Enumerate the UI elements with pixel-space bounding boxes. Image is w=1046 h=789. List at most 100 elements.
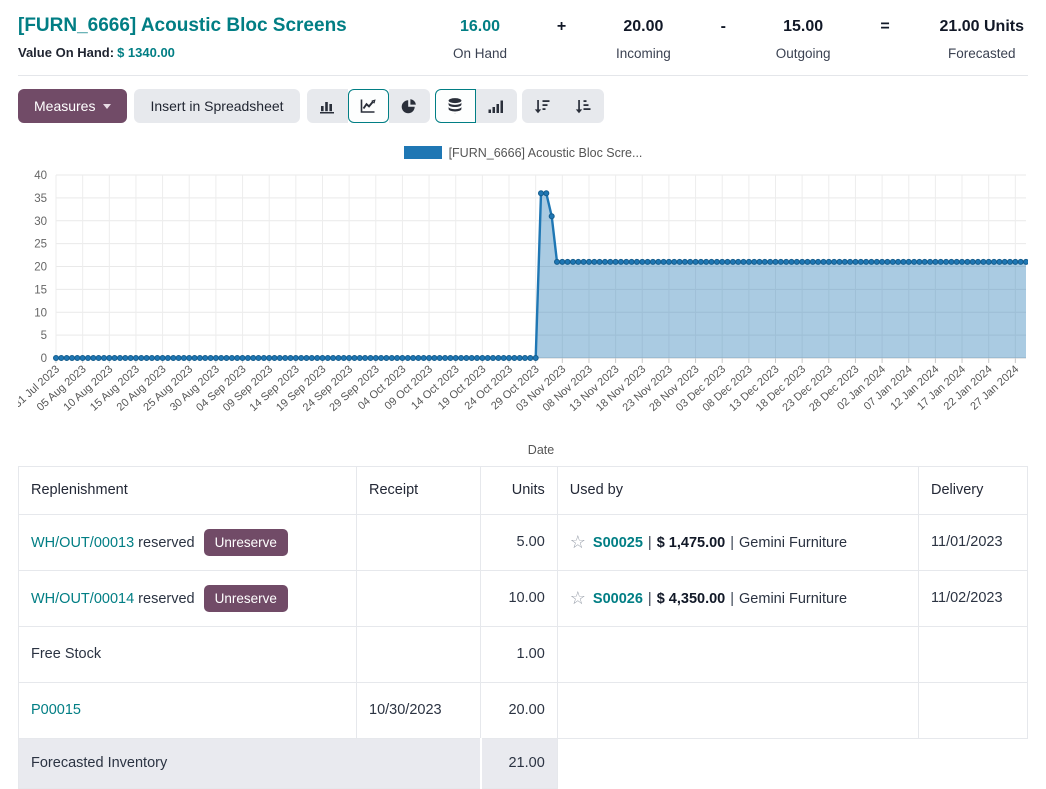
page-title: [FURN_6666] Acoustic Bloc Screens: [18, 15, 347, 38]
customer-name: Gemini Furniture: [739, 591, 847, 607]
chart-mode-group: [435, 89, 517, 123]
table-row: WH/OUT/00013 reserved Unreserve 5.00 ☆ S0002…: [19, 514, 1028, 570]
forecast-total-label-cell: Forecasted Inventory: [19, 738, 481, 788]
stacked-button[interactable]: [435, 89, 476, 123]
chart-type-group: [307, 89, 430, 123]
value-on-hand: Value On Hand:$ 1340.00: [18, 45, 347, 60]
sale-order-link[interactable]: S00026: [593, 591, 643, 607]
value-on-hand-label: Value On Hand:: [18, 45, 114, 60]
legend-label: [FURN_6666] Acoustic Bloc Scre...: [449, 146, 643, 160]
table-header-row: Replenishment Receipt Units Used by Deli…: [19, 466, 1028, 514]
delivery-cell: 11/02/2023: [919, 570, 1028, 626]
used-by-cell: ☆S00025|$ 1,475.00|Gemini Furniture: [557, 514, 918, 570]
pie-chart-button[interactable]: [389, 89, 430, 123]
forecast-chart: [FURN_6666] Acoustic Bloc Scre... 0 5 10 15…: [18, 140, 1028, 460]
on-hand-value-link[interactable]: 16.00: [460, 18, 500, 36]
col-receipt: Receipt: [357, 466, 481, 514]
sort-ascending-icon: [574, 97, 592, 115]
kpi-operator-equals: =: [880, 18, 889, 36]
units-cell: 1.00: [481, 626, 558, 682]
cumulative-icon: [487, 97, 505, 115]
units-cell: 20.00: [481, 682, 558, 738]
used-by-cell: [557, 682, 918, 738]
bar-chart-icon: [318, 97, 336, 115]
on-hand-label: On Hand: [453, 46, 507, 61]
stacked-icon: [446, 97, 464, 115]
favorite-star-icon[interactable]: ☆: [570, 532, 586, 552]
receipt-cell: 10/30/2023: [357, 682, 481, 738]
legend-swatch: [404, 146, 442, 159]
unreserve-button[interactable]: Unreserve: [204, 529, 288, 556]
incoming-value: 20.00: [623, 18, 663, 36]
replenishment-cell: WH/OUT/00013 reserved Unreserve: [19, 514, 357, 570]
kpi-operator-minus: -: [721, 18, 726, 36]
kpi-forecasted: 21.00 Units Forecasted: [940, 18, 1024, 61]
forecast-total-units: 21.00: [481, 738, 558, 788]
replenishment-link[interactable]: WH/OUT/00013: [31, 535, 134, 551]
reserved-label: reserved: [134, 535, 194, 551]
title-block: [FURN_6666] Acoustic Bloc Screens Value …: [18, 15, 347, 60]
reserved-label: reserved: [134, 591, 194, 607]
receipt-cell: [357, 514, 481, 570]
unreserve-button[interactable]: Unreserve: [204, 585, 288, 612]
receipt-cell: [357, 626, 481, 682]
replenishment-link[interactable]: P00015: [31, 702, 81, 718]
chevron-down-icon: [103, 104, 111, 109]
col-delivery: Delivery: [919, 466, 1028, 514]
value-on-hand-amount[interactable]: $ 1340.00: [117, 45, 175, 60]
kpi-bar: 16.00 On Hand + 20.00 Incoming - 15.00 O…: [453, 18, 1028, 61]
col-replenishment: Replenishment: [19, 466, 357, 514]
replenishment-table: Replenishment Receipt Units Used by Deli…: [18, 466, 1028, 789]
line-chart-button[interactable]: [348, 89, 389, 123]
sort-group: [522, 89, 604, 123]
units-cell: 5.00: [481, 514, 558, 570]
kpi-on-hand: 16.00 On Hand: [453, 18, 507, 61]
col-used-by: Used by: [557, 466, 918, 514]
svg-text:0: 0: [41, 353, 47, 365]
units-cell: 10.00: [481, 570, 558, 626]
separator: |: [730, 535, 734, 551]
forecasted-label: Forecasted: [948, 46, 1016, 61]
report-header: [FURN_6666] Acoustic Bloc Screens Value …: [18, 0, 1028, 76]
col-units: Units: [481, 466, 558, 514]
sort-ascending-button[interactable]: [563, 89, 604, 123]
separator: |: [648, 591, 652, 607]
sale-amount: $ 4,350.00: [657, 591, 726, 607]
sort-descending-icon: [533, 97, 551, 115]
svg-text:20: 20: [34, 261, 47, 273]
separator: |: [730, 591, 734, 607]
forecast-total-blank: [557, 738, 1027, 788]
outgoing-value: 15.00: [783, 18, 823, 36]
replenishment-label: Free Stock: [31, 646, 101, 662]
used-by-cell: [557, 626, 918, 682]
favorite-star-icon[interactable]: ☆: [570, 588, 586, 608]
svg-text:35: 35: [34, 192, 47, 204]
pie-chart-icon: [400, 97, 418, 115]
incoming-label: Incoming: [616, 46, 671, 61]
insert-in-spreadsheet-button[interactable]: Insert in Spreadsheet: [134, 89, 299, 123]
forecasted-inventory-report: [FURN_6666] Acoustic Bloc Screens Value …: [0, 0, 1046, 789]
forecast-total-label: Forecasted Inventory: [31, 755, 167, 771]
table-row: Free Stock 1.00: [19, 626, 1028, 682]
kpi-incoming: 20.00 Incoming: [616, 18, 671, 61]
svg-text:10: 10: [34, 307, 47, 319]
replenishment-cell: P00015: [19, 682, 357, 738]
measures-button[interactable]: Measures: [18, 89, 127, 123]
customer-name: Gemini Furniture: [739, 535, 847, 551]
replenishment-cell: Free Stock: [19, 626, 357, 682]
forecasted-value: 21.00 Units: [940, 18, 1024, 36]
sale-order-link[interactable]: S00025: [593, 535, 643, 551]
cumulative-button[interactable]: [476, 89, 517, 123]
delivery-cell: [919, 682, 1028, 738]
bar-chart-button[interactable]: [307, 89, 348, 123]
svg-text:15: 15: [34, 284, 47, 296]
replenishment-link[interactable]: WH/OUT/00014: [31, 591, 134, 607]
forecast-total-row: Forecasted Inventory 21.00: [19, 738, 1028, 788]
chart-toolbar: Measures Insert in Spreadsheet: [18, 89, 1028, 123]
table-row: WH/OUT/00014 reserved Unreserve 10.00 ☆ S000…: [19, 570, 1028, 626]
chart-legend[interactable]: [FURN_6666] Acoustic Bloc Scre...: [18, 140, 1028, 166]
svg-text:5: 5: [41, 330, 47, 342]
svg-text:40: 40: [34, 170, 47, 182]
svg-text:30: 30: [34, 215, 47, 227]
sort-descending-button[interactable]: [522, 89, 563, 123]
